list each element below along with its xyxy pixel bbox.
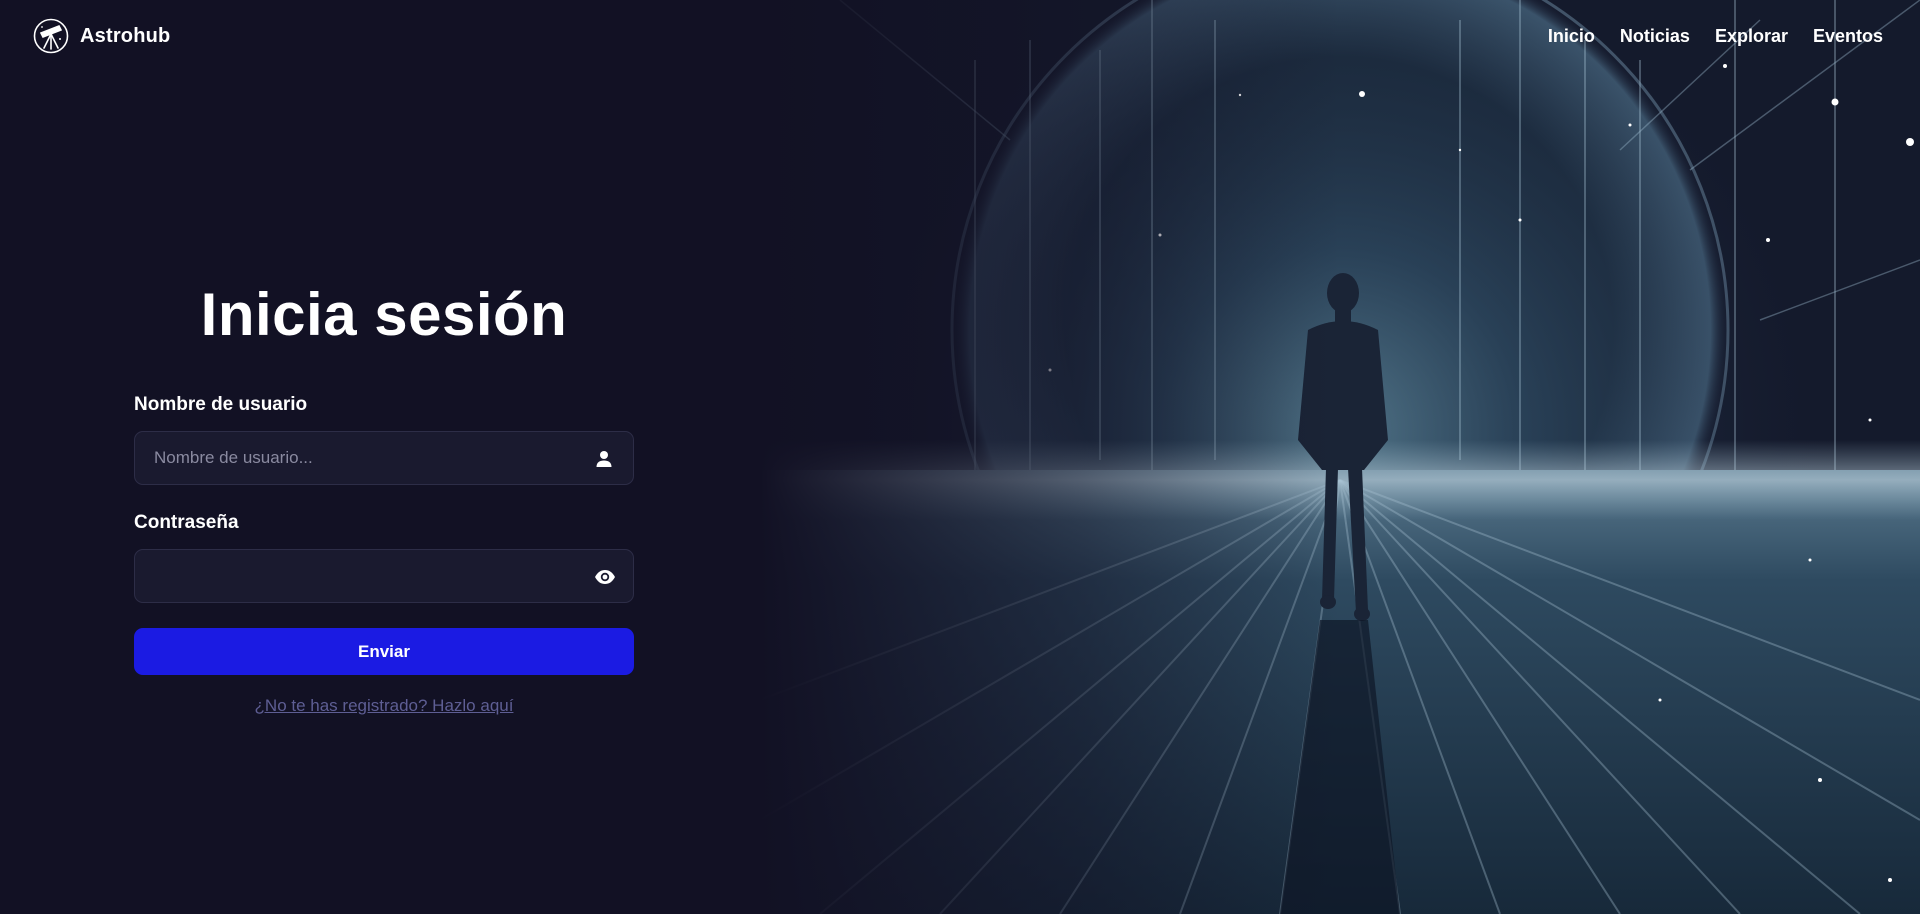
password-input[interactable]: [135, 550, 633, 602]
eye-icon[interactable]: [594, 567, 615, 587]
username-label: Nombre de usuario: [134, 394, 308, 415]
submit-button[interactable]: Enviar: [134, 628, 634, 675]
register-link[interactable]: ¿No te has registrado? Hazlo aquí: [134, 696, 634, 716]
brand[interactable]: Astrohub: [33, 18, 170, 54]
username-field: [134, 431, 634, 485]
login-form: Inicia sesión Nombre de usuario Contrase…: [134, 270, 634, 716]
nav-link-explorar[interactable]: Explorar: [1715, 24, 1788, 48]
nav-link-eventos[interactable]: Eventos: [1813, 24, 1883, 48]
user-icon: [594, 449, 614, 469]
main-nav: Inicio Noticias Explorar Eventos: [1548, 24, 1883, 48]
page-title: Inicia sesión: [200, 281, 568, 348]
hero-illustration: [760, 0, 1920, 914]
login-page: Astrohub Inicio Noticias Explorar Evento…: [0, 0, 1920, 914]
brand-name: Astrohub: [80, 24, 171, 47]
nav-link-inicio[interactable]: Inicio: [1548, 24, 1595, 48]
password-label: Contraseña: [134, 512, 239, 533]
telescope-logo-icon: [33, 18, 69, 54]
nav-link-noticias[interactable]: Noticias: [1620, 24, 1690, 48]
username-input[interactable]: [135, 432, 633, 484]
top-navbar: Astrohub Inicio Noticias Explorar Evento…: [0, 0, 1920, 72]
password-field: [134, 549, 634, 603]
